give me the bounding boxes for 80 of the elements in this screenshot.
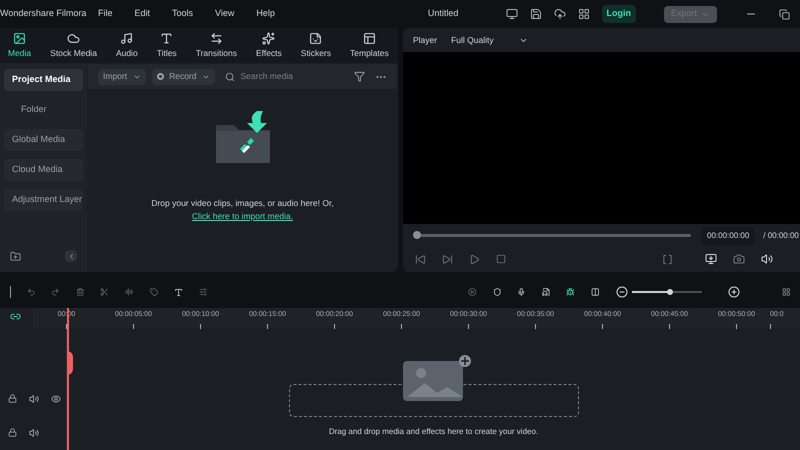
scissors-icon[interactable] <box>100 286 110 298</box>
delete-icon[interactable] <box>76 286 84 298</box>
eye-icon[interactable] <box>51 394 61 404</box>
save-icon[interactable] <box>530 8 542 20</box>
total-time: / 00:00:00 <box>763 230 799 242</box>
tag-icon[interactable] <box>150 286 158 298</box>
zoom-out-icon[interactable] <box>616 286 628 298</box>
import-button[interactable]: Import <box>98 68 146 84</box>
player-label: Player <box>413 34 438 46</box>
play-icon[interactable] <box>469 254 480 264</box>
document-title: Untitled <box>428 7 458 20</box>
sidebar-item[interactable]: Adjustment Layer <box>4 189 83 211</box>
tab[interactable]: Effects <box>250 32 288 60</box>
undo-icon[interactable] <box>26 286 36 298</box>
tab[interactable]: Stickers <box>294 32 338 60</box>
drop-instructions: Drop your video clips, images, or audio here! Or, <box>151 197 334 210</box>
link-icon[interactable] <box>10 311 21 322</box>
arrows-icon <box>210 32 223 45</box>
collapse-button[interactable] <box>65 250 77 262</box>
restore-icon[interactable] <box>779 8 790 20</box>
tab[interactable]: Audio <box>110 32 144 60</box>
audio-icon[interactable] <box>125 286 134 298</box>
volume-icon[interactable] <box>761 253 773 265</box>
folder-add-icon[interactable] <box>10 250 21 262</box>
text-icon <box>160 32 174 45</box>
zoom-in-icon[interactable] <box>728 286 740 298</box>
search-icon <box>224 72 234 82</box>
lock-icon[interactable] <box>8 394 17 404</box>
sidebar-item[interactable]: Project Media <box>4 69 83 91</box>
grid-icon[interactable] <box>578 8 590 20</box>
tab[interactable]: Titles <box>150 32 183 60</box>
search-field[interactable]: Search media <box>240 70 340 83</box>
tab[interactable]: Templates <box>344 32 395 60</box>
monitor-icon[interactable] <box>506 8 518 20</box>
quality-dropdown[interactable]: Full Quality <box>451 34 528 46</box>
camera-icon[interactable] <box>733 253 745 265</box>
login-button[interactable]: Login <box>602 5 636 23</box>
import-link[interactable]: Click here to import media. <box>192 210 294 221</box>
tab[interactable]: Transitions <box>190 32 243 60</box>
next-frame-icon[interactable] <box>442 254 453 264</box>
volume-icon[interactable] <box>29 394 39 404</box>
previous-frame-icon[interactable] <box>415 254 426 264</box>
tab[interactable]: Stock Media <box>44 32 103 60</box>
sparkle-icon <box>262 32 276 45</box>
brackets-icon[interactable] <box>662 254 673 264</box>
microphone-icon[interactable] <box>517 286 526 298</box>
music-file-icon[interactable] <box>542 286 550 298</box>
cloud-upload-icon[interactable] <box>554 8 566 20</box>
music-note-icon <box>120 32 134 45</box>
play-circle-icon[interactable] <box>468 286 477 298</box>
cloud-icon <box>67 32 80 45</box>
drop-zone-drawing[interactable] <box>288 355 578 417</box>
sliders-icon[interactable] <box>199 286 208 298</box>
sidebar-item[interactable]: Cloud Media <box>4 159 83 181</box>
layout-icon <box>362 32 376 45</box>
monitor-icon[interactable] <box>705 253 717 265</box>
menu-item[interactable]: File <box>98 7 113 21</box>
sidebar-item[interactable]: Global Media <box>4 129 83 151</box>
sticker-icon <box>309 32 322 45</box>
image-icon <box>13 32 26 45</box>
grid-icon[interactable] <box>782 286 790 298</box>
menu-item[interactable]: View <box>215 7 234 21</box>
progress-thumb[interactable] <box>413 231 421 239</box>
lock-icon[interactable] <box>8 428 17 438</box>
timeline-hint: Drag and drop media and effects here to create your video. <box>328 426 538 438</box>
redo-icon[interactable] <box>51 286 60 298</box>
tab[interactable]: Media <box>2 32 38 60</box>
menu-item[interactable]: Edit <box>134 7 150 21</box>
record-button[interactable]: Record <box>152 68 214 84</box>
menu-item[interactable]: Tools <box>172 7 194 21</box>
playhead-handle[interactable] <box>67 351 73 375</box>
sidebar-item[interactable]: Folder <box>4 99 83 121</box>
menu-item[interactable]: Help <box>256 7 275 21</box>
bug-icon[interactable] <box>566 286 575 298</box>
stop-icon[interactable] <box>496 254 506 264</box>
app-title: Wondershare Filmora <box>0 7 88 20</box>
current-time: 00:00:00:00 <box>701 226 756 244</box>
zoom-slider-thumb[interactable] <box>667 289 674 295</box>
filter-icon[interactable] <box>354 71 365 82</box>
volume-icon[interactable] <box>29 428 39 438</box>
